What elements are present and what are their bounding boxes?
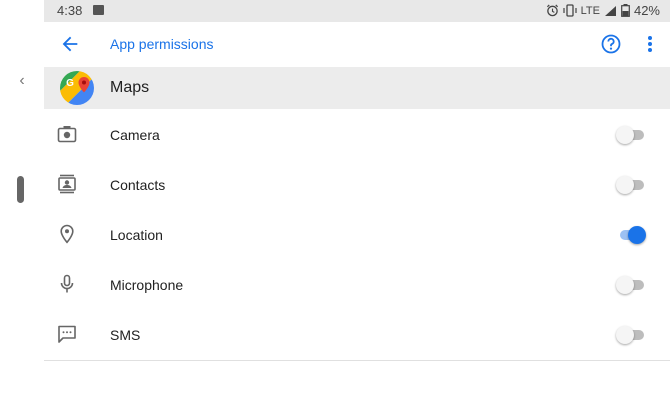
contacts-icon xyxy=(58,174,76,194)
app-name: Maps xyxy=(110,79,150,96)
sms-icon xyxy=(58,325,76,343)
permission-label: Camera xyxy=(110,127,160,143)
permission-label: Microphone xyxy=(110,277,184,293)
permission-label: SMS xyxy=(110,327,141,343)
more-vert-icon[interactable] xyxy=(644,34,656,54)
chevron-left-icon[interactable]: ‹ xyxy=(14,72,30,90)
network-type: LTE xyxy=(580,4,600,17)
camera-toggle[interactable] xyxy=(616,125,646,145)
status-bar: 4:38 LTE 42% xyxy=(44,0,670,22)
maps-app-icon: G xyxy=(60,71,94,105)
back-arrow-icon[interactable] xyxy=(59,33,81,55)
svg-text:G: G xyxy=(66,78,74,89)
app-header: G Maps xyxy=(44,67,670,109)
left-rail: ‹ xyxy=(0,0,44,377)
permission-label: Contacts xyxy=(110,177,166,193)
permission-row-contacts[interactable]: Contacts xyxy=(44,160,670,211)
permission-label: Location xyxy=(110,227,163,243)
location-pin-icon xyxy=(60,224,74,244)
status-time: 4:38 xyxy=(57,3,83,18)
toggle-thumb xyxy=(616,176,634,194)
contacts-toggle[interactable] xyxy=(616,175,646,195)
permission-row-microphone[interactable]: Microphone xyxy=(44,260,670,311)
permission-row-sms[interactable]: SMS xyxy=(44,310,670,361)
permission-row-camera[interactable]: Camera xyxy=(44,110,670,161)
alarm-icon xyxy=(546,4,558,17)
toggle-thumb xyxy=(628,226,646,244)
toggle-thumb xyxy=(616,126,634,144)
microphone-icon xyxy=(60,274,74,293)
toggle-thumb xyxy=(616,276,634,294)
sms-toggle[interactable] xyxy=(616,325,646,345)
status-icons: LTE 42% xyxy=(546,3,660,18)
image-notification-icon xyxy=(93,5,104,15)
battery-icon xyxy=(621,4,630,17)
help-icon[interactable] xyxy=(601,34,621,54)
vibrate-icon xyxy=(563,4,577,17)
scroll-handle[interactable] xyxy=(17,176,24,203)
battery-level: 42% xyxy=(633,3,660,18)
permission-row-location[interactable]: Location xyxy=(44,210,670,261)
page-title: App permissions xyxy=(110,36,214,52)
signal-icon xyxy=(604,5,616,16)
camera-icon xyxy=(57,126,77,143)
location-toggle[interactable] xyxy=(616,225,646,245)
phone-screen: 4:38 LTE 42% App permissions G Maps Came… xyxy=(44,0,670,411)
app-bar: App permissions xyxy=(44,22,670,68)
toggle-thumb xyxy=(616,326,634,344)
microphone-toggle[interactable] xyxy=(616,275,646,295)
permission-row-next[interactable] xyxy=(44,361,670,411)
